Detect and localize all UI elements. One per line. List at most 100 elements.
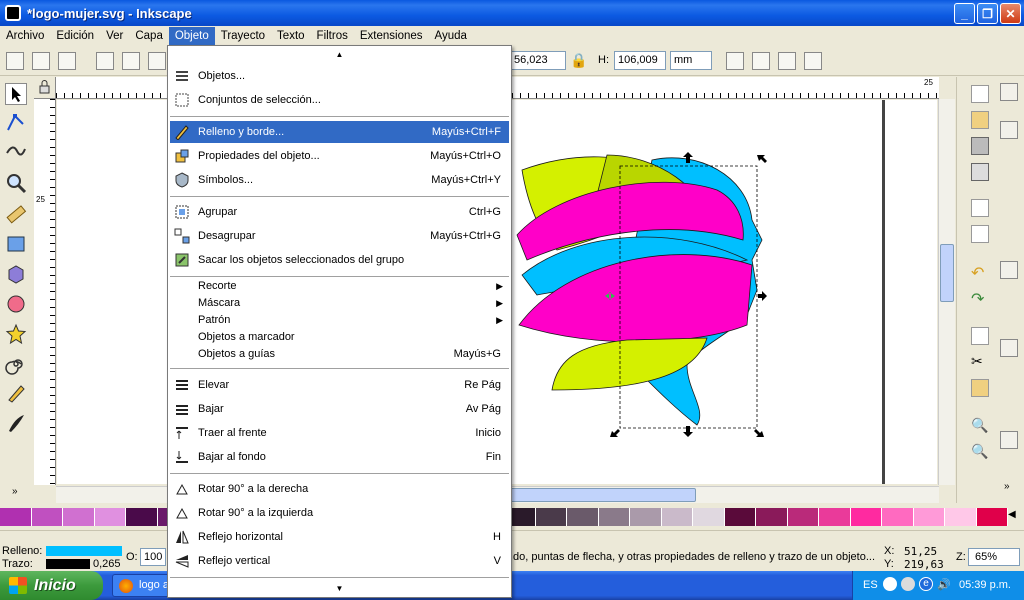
snap-intersections-icon[interactable] [1000,313,1018,331]
pencil-tool-icon[interactable] [5,382,27,404]
minimize-button[interactable]: _ [954,3,975,24]
palette-swatch[interactable] [598,508,630,526]
stroke-width[interactable]: 0,265 [93,558,121,570]
palette-swatch[interactable] [850,508,882,526]
scale-stroke-icon[interactable] [726,52,744,70]
snap-bbox-center-icon[interactable] [1000,235,1018,253]
flip-horizontal-icon[interactable] [148,52,166,70]
menu-item-sacar-objetos-grupo[interactable]: Sacar los objetos seleccionados del grup… [170,249,509,271]
menu-item-simbolos[interactable]: Símbolos... Mayús+Ctrl+Y [170,169,509,191]
more-tools-icon[interactable]: » [12,486,18,497]
snap-toggle-icon[interactable] [1000,83,1018,101]
copy-icon[interactable] [971,327,989,345]
menu-ver[interactable]: Ver [100,27,129,45]
select-all-icon[interactable] [6,52,24,70]
redo-icon[interactable]: ↷ [971,289,989,308]
palette-swatch[interactable] [63,508,95,526]
menu-item-recorte[interactable]: Recorte ▶ [170,278,509,295]
menu-item-desagrupar[interactable]: Desagrupar Mayús+Ctrl+G [170,225,509,247]
palette-swatch[interactable] [819,508,851,526]
menu-extensiones[interactable]: Extensiones [354,27,429,45]
snap-bbox-corner-icon[interactable] [1000,183,1018,201]
tweak-tool-icon[interactable] [5,141,27,163]
menu-item-reflejo-vertical[interactable]: Reflejo vertical V [170,550,509,572]
spiral-tool-icon[interactable] [5,353,27,375]
move-patterns-icon[interactable] [804,52,822,70]
zoom-tool-icon[interactable] [5,172,27,194]
close-button[interactable]: ✕ [1000,3,1021,24]
open-icon[interactable] [971,111,989,129]
ellipse-tool-icon[interactable] [5,293,27,315]
menu-item-traer-frente[interactable]: Traer al frente Inicio [170,422,509,444]
palette-swatch[interactable] [976,508,1008,526]
palette-swatch[interactable] [535,508,567,526]
volume-icon[interactable]: 🔊 [937,578,951,591]
cut-icon[interactable]: ✂ [971,353,989,371]
selector-tool-icon[interactable] [5,83,27,105]
menu-texto[interactable]: Texto [271,27,311,45]
menu-filtros[interactable]: Filtros [311,27,354,45]
vertical-scroll-thumb[interactable] [940,244,954,302]
more-snap-icon[interactable]: » [1004,481,1010,492]
star-tool-icon[interactable] [5,323,27,345]
menu-objeto[interactable]: Objeto [168,27,215,45]
move-gradients-icon[interactable] [778,52,796,70]
menu-edicion[interactable]: Edición [50,27,100,45]
scale-handle-sw[interactable] [610,429,620,437]
menu-item-bajar-fondo[interactable]: Bajar al fondo Fin [170,446,509,468]
menu-scroll-down-icon[interactable]: ▼ [168,582,511,595]
opacity-field[interactable]: 100 [140,548,166,566]
zoom-field[interactable]: 65% [968,548,1020,566]
snap-rotation-center-icon[interactable] [1000,431,1018,449]
palette-swatch[interactable] [787,508,819,526]
restore-button[interactable]: ❐ [977,3,998,24]
deselect-icon[interactable] [58,52,76,70]
zoom-selection-icon[interactable]: 🔍 [971,417,989,435]
h-field[interactable]: 106,009 [614,51,666,70]
palette-menu-icon[interactable]: ◀ [1008,509,1016,520]
tray-settings-icon[interactable] [901,577,915,591]
menu-item-bajar[interactable]: Bajar Av Pág [170,398,509,420]
tray-app-icon[interactable] [883,577,897,591]
unit-select[interactable]: mm [670,51,712,70]
palette-swatch[interactable] [693,508,725,526]
menu-item-elevar[interactable]: Elevar Re Pág [170,374,509,396]
menu-item-objetos-marcador[interactable]: Objetos a marcador [170,329,509,346]
inkscape-app-icon[interactable] [5,5,21,21]
fill-swatch[interactable] [46,546,122,556]
save-icon[interactable] [971,137,989,155]
vertical-scrollbar[interactable] [938,99,955,485]
menu-item-objetos-guias[interactable]: Objetos a guías Mayús+G [170,346,509,363]
palette-swatch[interactable] [882,508,914,526]
palette-swatch[interactable] [0,508,32,526]
snap-centers-icon[interactable] [1000,395,1018,413]
import-icon[interactable] [971,199,989,217]
language-indicator[interactable]: ES [863,579,878,591]
palette-swatch[interactable] [661,508,693,526]
undo-icon[interactable]: ↶ [971,263,989,282]
snap-bbox-edge-icon[interactable] [1000,157,1018,175]
stroke-swatch[interactable] [46,559,90,569]
snap-bbox-midpoint-icon[interactable] [1000,209,1018,227]
menu-scroll-up-icon[interactable]: ▲ [168,48,511,61]
palette-swatch[interactable] [724,508,756,526]
menu-ayuda[interactable]: Ayuda [429,27,473,45]
rotate-ccw-icon[interactable] [96,52,114,70]
palette-swatch[interactable] [913,508,945,526]
start-button[interactable]: Inicio [0,571,103,600]
menu-item-mascara[interactable]: Máscara ▶ [170,295,509,312]
menu-item-propiedades-objeto[interactable]: Propiedades del objeto... Mayús+Ctrl+O [170,145,509,167]
menu-item-agrupar[interactable]: Agrupar Ctrl+G [170,201,509,223]
snap-nodes-icon[interactable] [1000,261,1018,279]
menu-item-objetos[interactable]: Objetos... [170,65,509,87]
menu-capa[interactable]: Capa [129,27,169,45]
snap-page-border-icon[interactable] [1000,457,1018,475]
snap-paths-icon[interactable] [1000,287,1018,305]
x-field[interactable]: 56,023 [510,51,566,70]
scale-handle-right[interactable] [757,291,767,301]
menu-item-patron[interactable]: Patrón ▶ [170,312,509,329]
palette-swatch[interactable] [31,508,63,526]
menu-item-relleno-borde[interactable]: Relleno y borde... Mayús+Ctrl+F [170,121,509,143]
paste-icon[interactable] [971,379,989,397]
menu-item-rotar-derecha[interactable]: Rotar 90° a la derecha [170,478,509,500]
